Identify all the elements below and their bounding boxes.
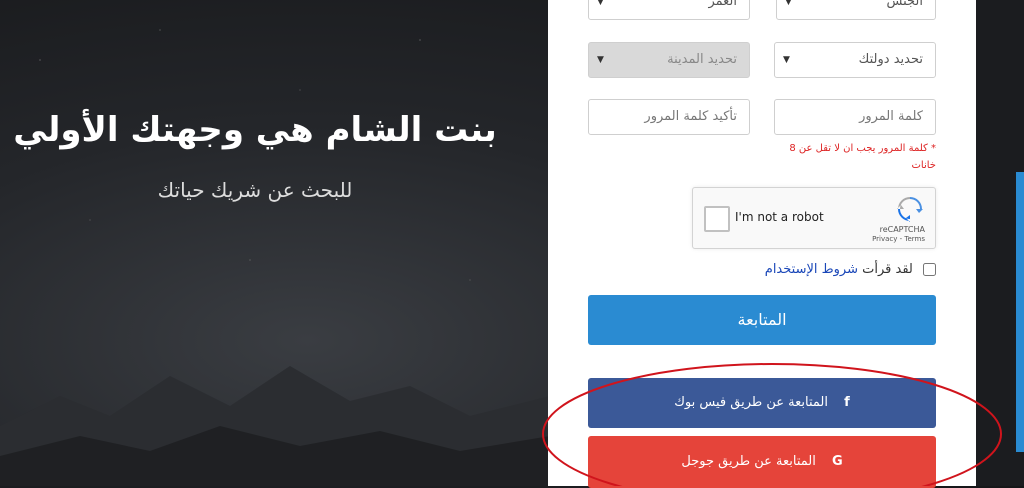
recaptcha-checkbox[interactable]	[704, 206, 730, 232]
chevron-down-icon: ▼	[597, 55, 604, 65]
age-select-value: العمر	[708, 0, 737, 9]
city-select[interactable]: تحديد المدينة ▼	[588, 42, 750, 78]
google-icon: G	[831, 454, 843, 469]
recaptcha-widget: I'm not a robot reCAPTCHA Privacy - Term…	[692, 187, 936, 249]
continue-button[interactable]: المتابعة	[588, 295, 936, 345]
password-placeholder: كلمة المرور	[859, 109, 923, 124]
recaptcha-logo-icon	[897, 197, 923, 222]
scroll-accent-bar	[1016, 172, 1024, 452]
right-background-strip	[976, 0, 1024, 486]
city-select-value: تحديد المدينة	[667, 52, 737, 67]
gender-select-value: الجنس	[886, 0, 923, 9]
mountain-silhouette	[0, 366, 550, 486]
terms-row: لقد قرأت شروط الإستخدام	[765, 262, 936, 277]
gender-select[interactable]: الجنس ▼	[776, 0, 936, 20]
password-error-message: * كلمة المرور يجب ان لا تقل عن 8 خانات	[789, 143, 936, 171]
terms-checkbox[interactable]	[923, 263, 936, 276]
terms-prefix: لقد قرأت	[862, 262, 913, 277]
country-select-value: تحديد دولتك	[858, 52, 923, 67]
google-button-label: المتابعة عن طريق جوجل	[681, 454, 816, 469]
recaptcha-links[interactable]: Privacy - Terms	[872, 235, 925, 243]
recaptcha-label: I'm not a robot	[735, 210, 824, 224]
google-login-button[interactable]: G المتابعة عن طريق جوجل	[588, 436, 936, 488]
facebook-button-label: المتابعة عن طريق فيس بوك	[674, 395, 828, 410]
password-field[interactable]: كلمة المرور	[774, 99, 936, 135]
country-select[interactable]: تحديد دولتك ▼	[774, 42, 936, 78]
hero-subtitle: للبحث عن شريك حياتك	[157, 178, 353, 202]
hero-title: بنت الشام هي وجهتك الأولي	[13, 110, 497, 150]
chevron-down-icon: ▼	[785, 0, 792, 7]
chevron-down-icon: ▼	[597, 0, 604, 7]
chevron-down-icon: ▼	[783, 55, 790, 65]
facebook-login-button[interactable]: f المتابعة عن طريق فيس بوك	[588, 378, 936, 428]
confirm-password-field[interactable]: تأكيد كلمة المرور	[588, 99, 750, 135]
recaptcha-brand: reCAPTCHA	[879, 225, 925, 234]
terms-link[interactable]: شروط الإستخدام	[765, 262, 858, 277]
facebook-icon: f	[844, 395, 850, 410]
age-select[interactable]: العمر ▼	[588, 0, 750, 20]
registration-panel: الجنس ▼ العمر ▼ تحديد دولتك ▼ تحديد المد…	[548, 0, 976, 488]
confirm-password-placeholder: تأكيد كلمة المرور	[644, 109, 737, 124]
